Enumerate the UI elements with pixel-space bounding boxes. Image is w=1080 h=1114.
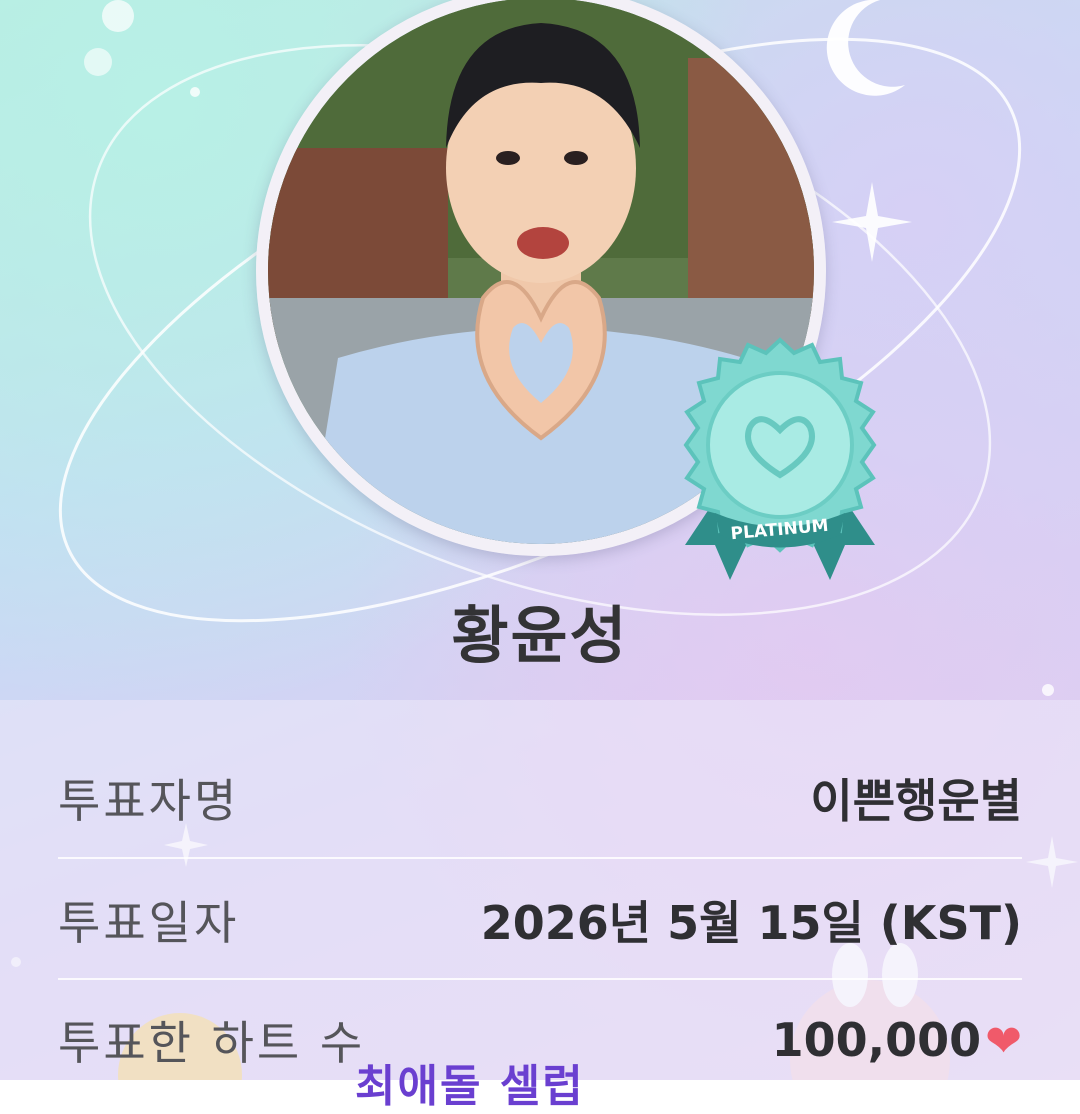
sparkle-icon	[832, 182, 912, 262]
voter-label: 투표자명	[58, 774, 240, 828]
hearts-label: 투표한 하트 수	[58, 1016, 366, 1070]
moon-icon	[826, 0, 905, 96]
detail-row-date: 투표일자 2026년 5월 15일 (KST)	[58, 860, 1022, 980]
voter-value: 이쁜행운별	[810, 774, 1022, 828]
divider	[58, 857, 1022, 859]
platinum-badge: PLATINUM	[665, 335, 895, 585]
footer-brand: 최애돌 셀럽	[355, 1061, 585, 1112]
detail-row-voter: 투표자명 이쁜행운별	[58, 738, 1022, 858]
heart-icon: ❤	[985, 1016, 1022, 1067]
celebrity-name: 황윤성	[451, 599, 629, 672]
date-value: 2026년 5월 15일 (KST)	[480, 896, 1022, 950]
date-label: 투표일자	[58, 896, 240, 950]
hearts-value-wrap: 100,000❤	[772, 1013, 1022, 1067]
hearts-value: 100,000	[771, 1013, 982, 1067]
